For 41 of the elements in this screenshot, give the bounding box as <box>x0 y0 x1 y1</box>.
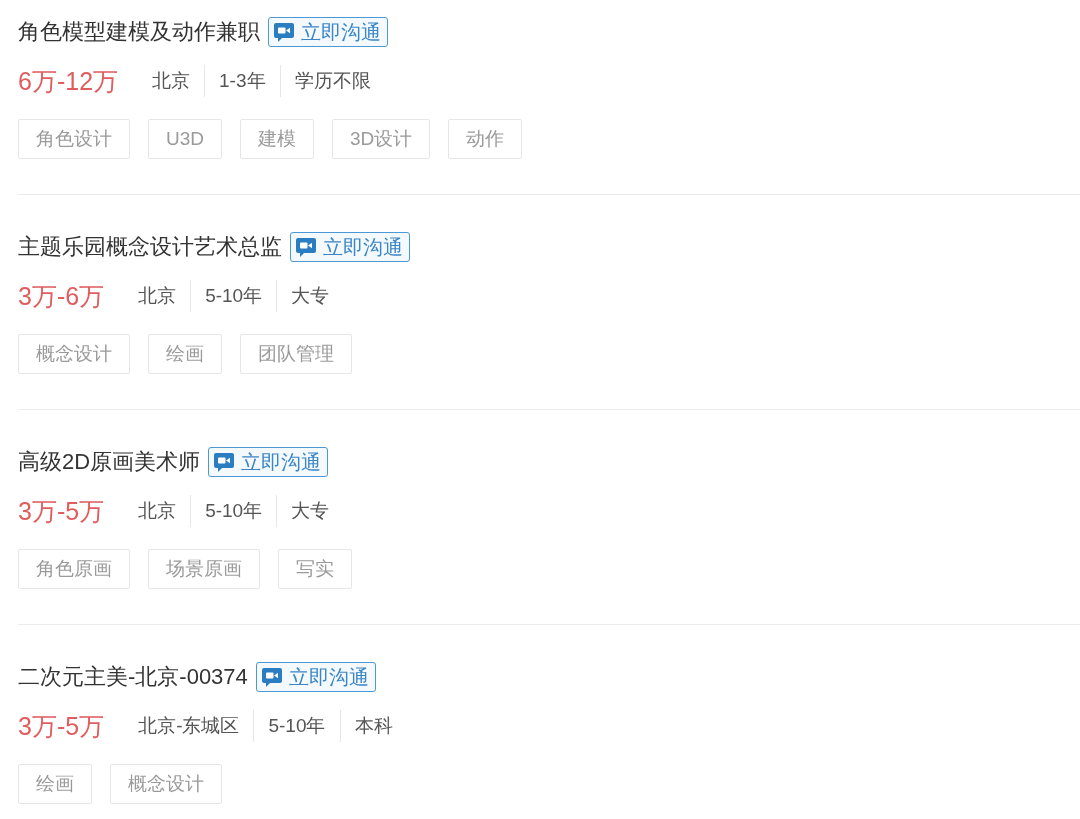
skill-tag: 动作 <box>448 119 523 159</box>
job-requirement: 北京 <box>137 284 178 308</box>
job-requirement: 学历不限 <box>279 65 385 97</box>
skill-tag: 概念设计 <box>18 334 130 374</box>
skill-tag: 绘画 <box>18 764 92 804</box>
job-requirement: 1-3年 <box>204 65 280 97</box>
job-requirement: 本科 <box>339 710 407 742</box>
video-chat-icon <box>214 452 235 472</box>
skill-tag: 3D设计 <box>332 119 431 159</box>
chat-now-button[interactable]: 立即沟通 <box>255 662 376 692</box>
skill-tag: 写实 <box>278 549 352 589</box>
job-requirement: 5-10年 <box>190 495 277 527</box>
job-requirement: 5-10年 <box>190 280 277 312</box>
video-chat-icon <box>274 22 294 42</box>
skill-tag: 概念设计 <box>110 764 222 804</box>
skill-tag: 角色设计 <box>18 119 130 159</box>
chat-now-button[interactable]: 立即沟通 <box>268 17 388 47</box>
skill-tag: 场景原画 <box>148 549 260 589</box>
skill-tag: 绘画 <box>148 334 222 374</box>
job-requirement: 北京 <box>151 69 192 93</box>
skill-tag: 团队管理 <box>240 334 352 374</box>
salary-range: 3万-5万 <box>18 495 105 527</box>
video-chat-icon <box>296 237 316 257</box>
skill-tag: U3D <box>148 119 222 159</box>
job-requirement: 大专 <box>276 280 344 312</box>
salary-range: 3万-6万 <box>18 280 105 312</box>
chat-now-button[interactable]: 立即沟通 <box>290 232 410 262</box>
job-requirement: 5-10年 <box>253 710 340 742</box>
job-title: 主题乐园概念设计艺术总监 <box>18 233 282 261</box>
job-title: 二次元主美-北京-00374 <box>18 663 248 691</box>
video-chat-icon <box>261 667 282 687</box>
job-requirement: 大专 <box>276 495 344 527</box>
job-requirement: 北京-东城区 <box>137 714 241 738</box>
chat-now-button[interactable]: 立即沟通 <box>208 447 329 477</box>
salary-range: 6万-12万 <box>18 65 119 97</box>
job-requirement: 北京 <box>137 499 178 523</box>
salary-range: 3万-5万 <box>18 710 105 742</box>
skill-tag: 角色原画 <box>18 549 130 589</box>
skill-tag: 建模 <box>240 119 314 159</box>
job-title: 高级2D原画美术师 <box>18 448 201 476</box>
job-title: 角色模型建模及动作兼职 <box>18 18 260 46</box>
